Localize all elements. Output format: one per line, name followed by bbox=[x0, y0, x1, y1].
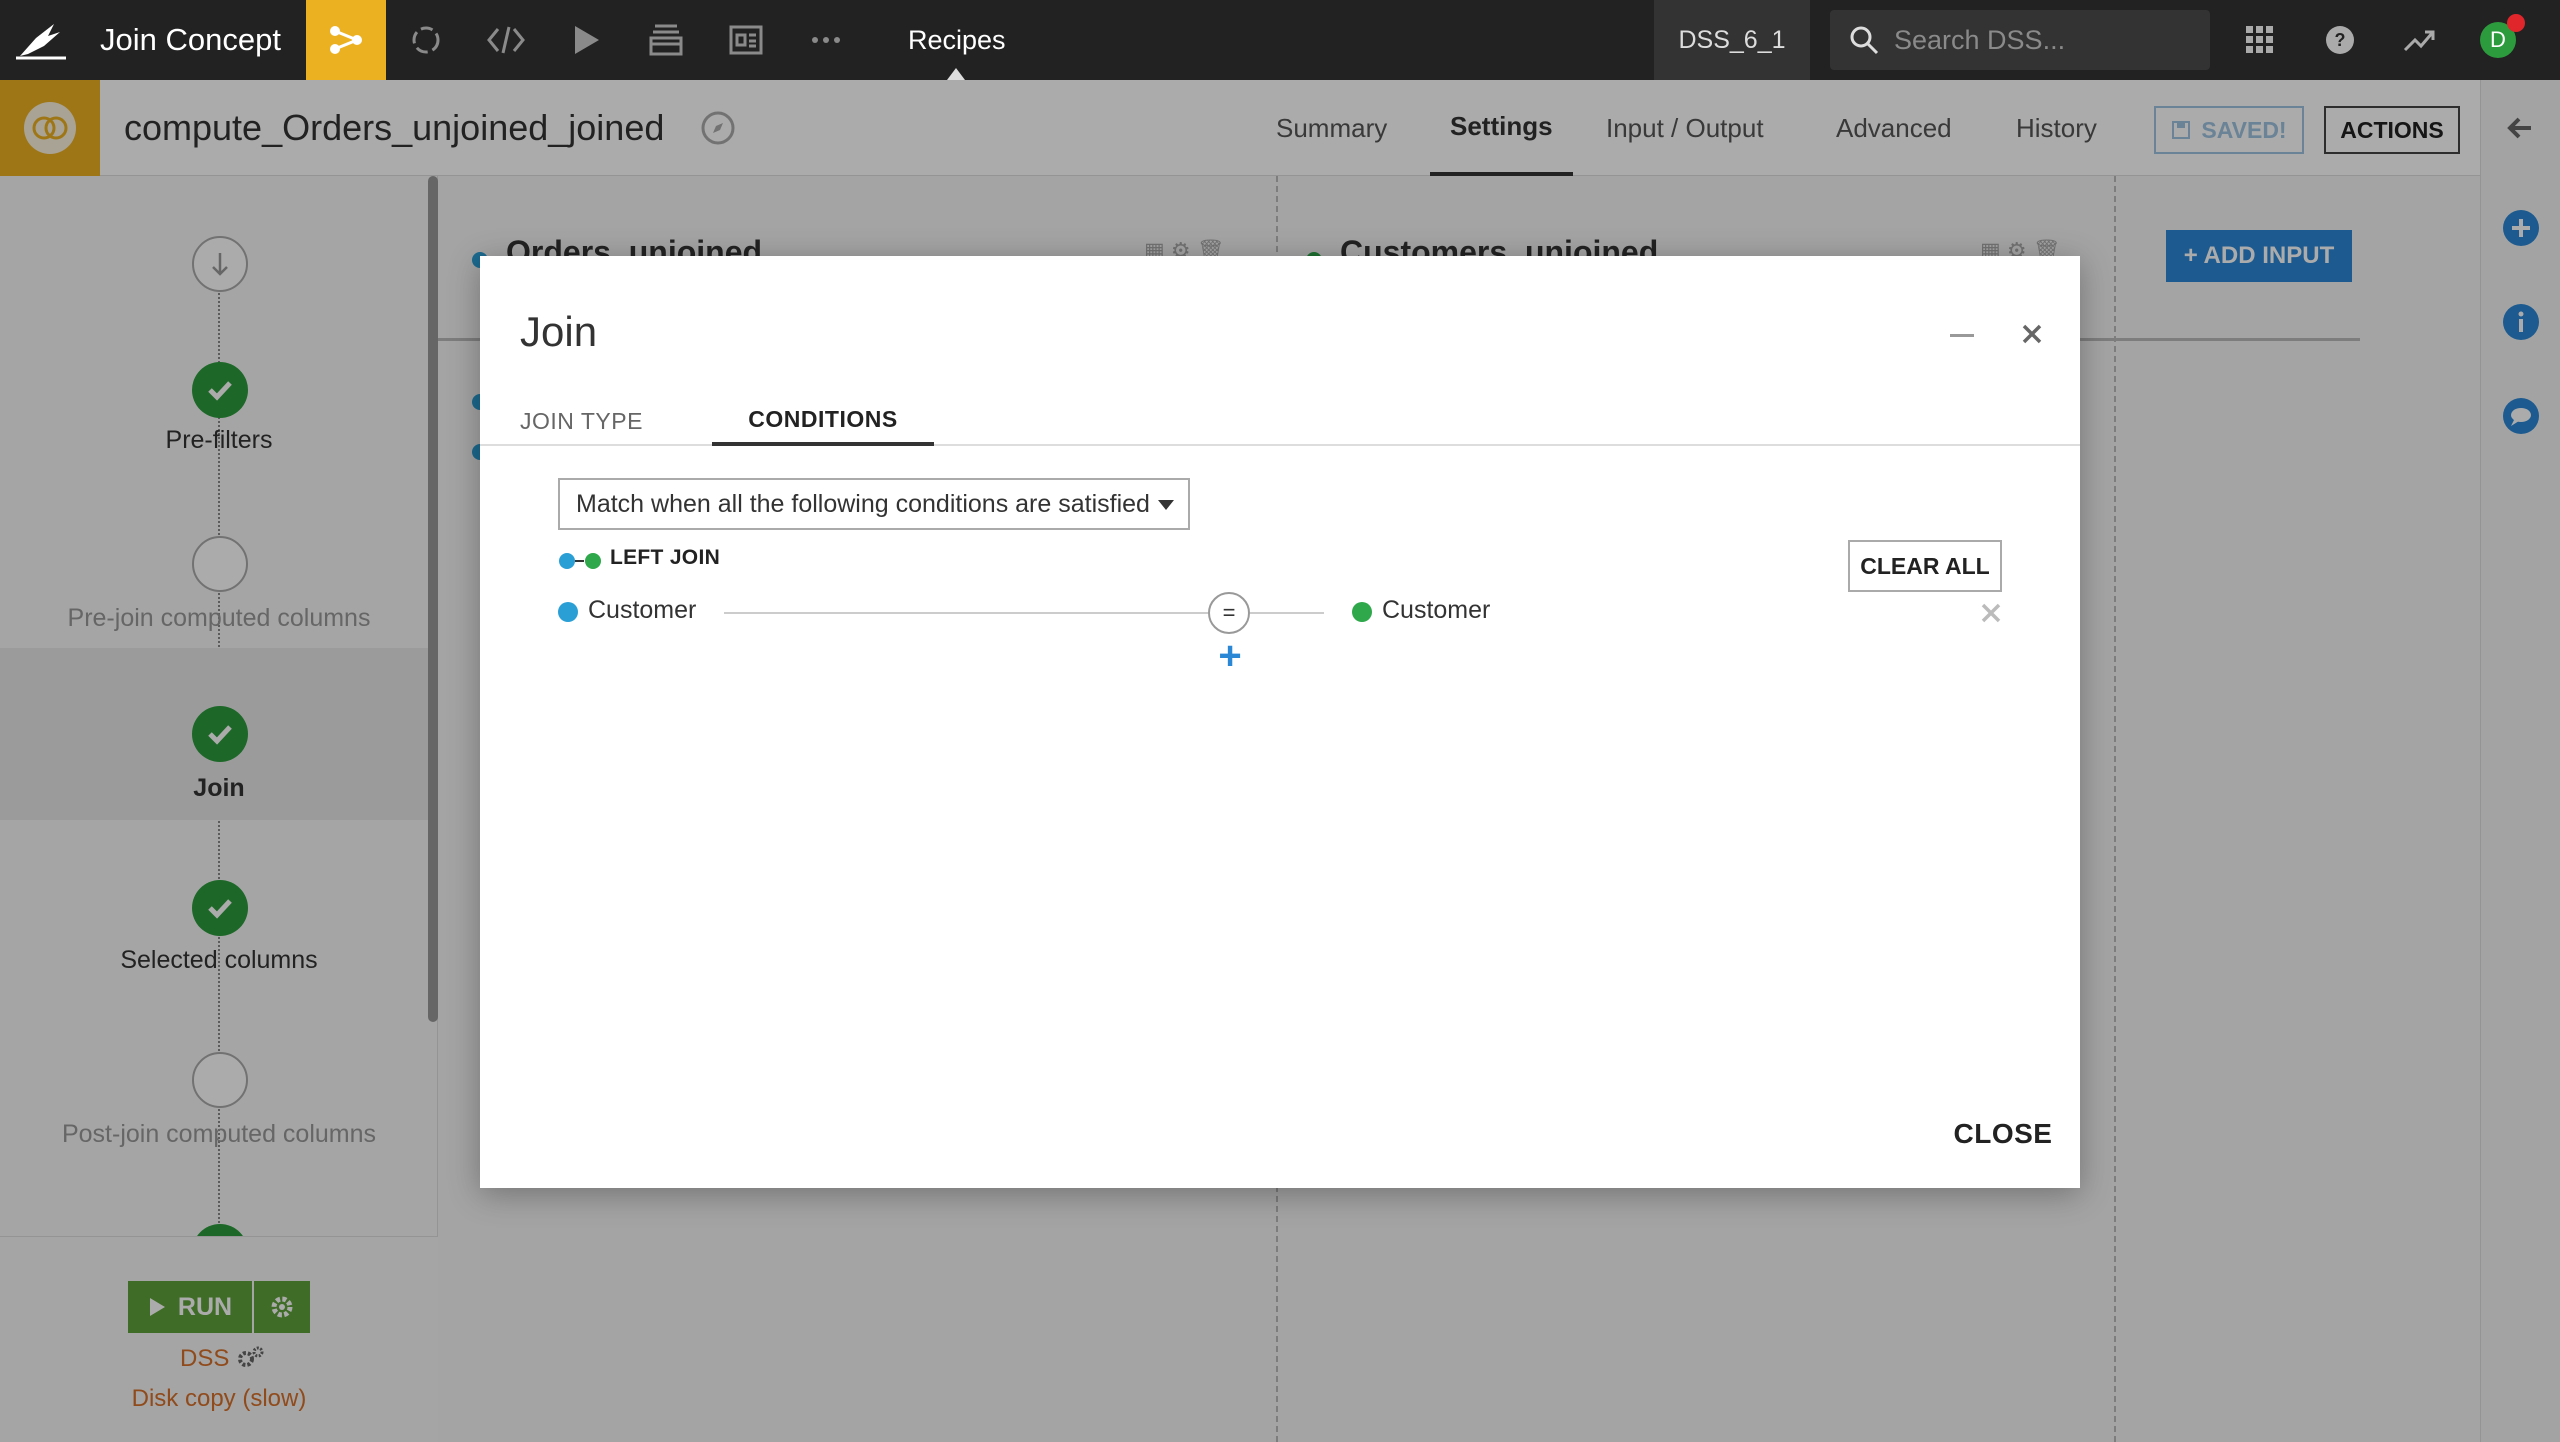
current-section-label[interactable]: Recipes bbox=[908, 22, 1006, 58]
section-caret bbox=[947, 68, 965, 80]
match-mode-select[interactable]: Match when all the following conditions … bbox=[558, 478, 1190, 530]
stack-icon bbox=[649, 24, 683, 56]
modal-title: Join bbox=[520, 308, 598, 355]
close-button[interactable]: CLOSE bbox=[1948, 1112, 2058, 1156]
lab-nav-button[interactable] bbox=[386, 0, 466, 80]
datasets-nav-button[interactable] bbox=[626, 0, 706, 80]
lab-icon bbox=[412, 26, 440, 54]
modal-tabs: JOIN TYPE CONDITIONS bbox=[480, 396, 2080, 446]
code-nav-button[interactable] bbox=[466, 0, 546, 80]
svg-text:?: ? bbox=[2335, 30, 2346, 50]
run-nav-button[interactable] bbox=[546, 0, 626, 80]
join-type-label[interactable]: LEFT JOIN bbox=[610, 546, 720, 570]
search-box[interactable] bbox=[1830, 10, 2210, 70]
flow-icon bbox=[330, 26, 362, 54]
flow-nav-button[interactable] bbox=[306, 0, 386, 80]
dashboard-icon bbox=[729, 25, 763, 55]
tab-conditions[interactable]: CONDITIONS bbox=[712, 396, 934, 446]
grid-icon bbox=[2246, 26, 2273, 53]
condition-line bbox=[1250, 612, 1324, 614]
notification-dot bbox=[2507, 14, 2525, 32]
help-button[interactable]: ? bbox=[2318, 18, 2362, 62]
dataiku-bird-logo[interactable] bbox=[14, 18, 68, 62]
play-icon bbox=[575, 26, 599, 54]
join-modal: Join JOIN TYPE CONDITIONS Match when all… bbox=[480, 256, 2080, 1188]
help-icon: ? bbox=[2326, 26, 2354, 54]
more-dots-icon bbox=[812, 37, 840, 43]
right-condition-column[interactable]: Customer bbox=[1382, 596, 1490, 625]
activity-button[interactable] bbox=[2398, 18, 2442, 62]
right-column-dot bbox=[1352, 602, 1372, 622]
chevron-down-icon bbox=[1158, 500, 1174, 510]
left-column-dot bbox=[558, 602, 578, 622]
dashboard-nav-button[interactable] bbox=[706, 0, 786, 80]
more-nav-button[interactable] bbox=[786, 0, 866, 80]
left-join-icon bbox=[559, 553, 601, 569]
left-condition-column[interactable]: Customer bbox=[588, 596, 696, 625]
condition-operator[interactable]: = bbox=[1208, 592, 1250, 634]
project-name[interactable]: Join Concept bbox=[100, 20, 281, 60]
match-mode-value: Match when all the following conditions … bbox=[576, 489, 1150, 518]
close-modal-button[interactable] bbox=[2014, 316, 2050, 352]
clear-all-button[interactable]: CLEAR ALL bbox=[1848, 540, 2002, 592]
trend-icon bbox=[2403, 30, 2435, 52]
minimize-button[interactable] bbox=[1950, 334, 1974, 337]
search-input[interactable] bbox=[1894, 22, 2194, 58]
apps-grid-button[interactable] bbox=[2238, 18, 2282, 62]
remove-condition-icon[interactable] bbox=[1980, 602, 2002, 624]
search-icon bbox=[1850, 26, 1879, 55]
tab-join-type[interactable]: JOIN TYPE bbox=[520, 396, 643, 446]
close-icon bbox=[2022, 324, 2042, 344]
condition-line bbox=[724, 612, 1208, 614]
code-icon bbox=[487, 26, 525, 54]
add-condition-button[interactable]: + bbox=[1214, 636, 1246, 676]
top-navbar: Join Concept Recipes DSS_6_1 ? bbox=[0, 0, 2560, 80]
instance-badge[interactable]: DSS_6_1 bbox=[1654, 0, 1810, 80]
